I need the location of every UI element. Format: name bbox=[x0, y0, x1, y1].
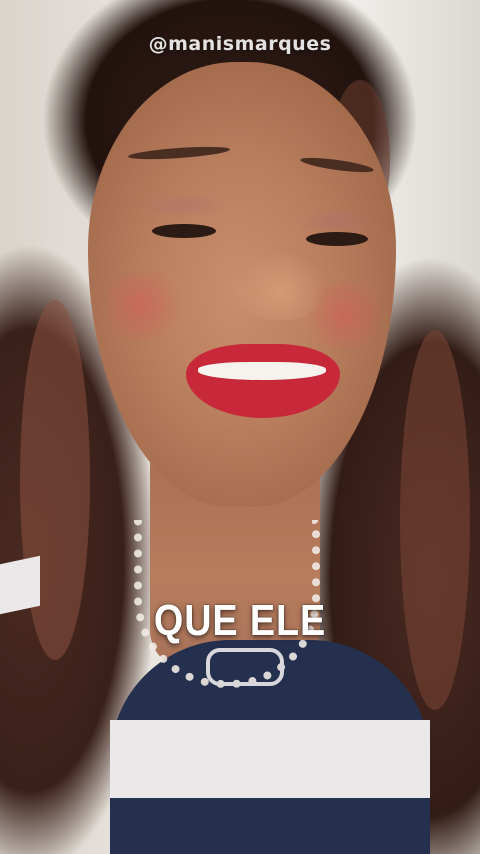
video-caption: QUE ELE bbox=[153, 596, 327, 645]
left-eyelid bbox=[138, 192, 228, 218]
teeth bbox=[198, 362, 326, 380]
nose bbox=[236, 250, 326, 320]
hair-highlight bbox=[400, 330, 470, 710]
sweater-stripe bbox=[110, 720, 430, 798]
creator-watermark: @manismarques bbox=[148, 33, 332, 55]
right-eye bbox=[306, 232, 368, 246]
right-eyelid bbox=[296, 208, 376, 234]
left-cheek-blush bbox=[96, 270, 186, 340]
left-eye bbox=[152, 224, 216, 238]
necklace-clasp bbox=[206, 648, 284, 686]
video-frame[interactable]: @manismarques QUE ELE bbox=[0, 0, 480, 854]
